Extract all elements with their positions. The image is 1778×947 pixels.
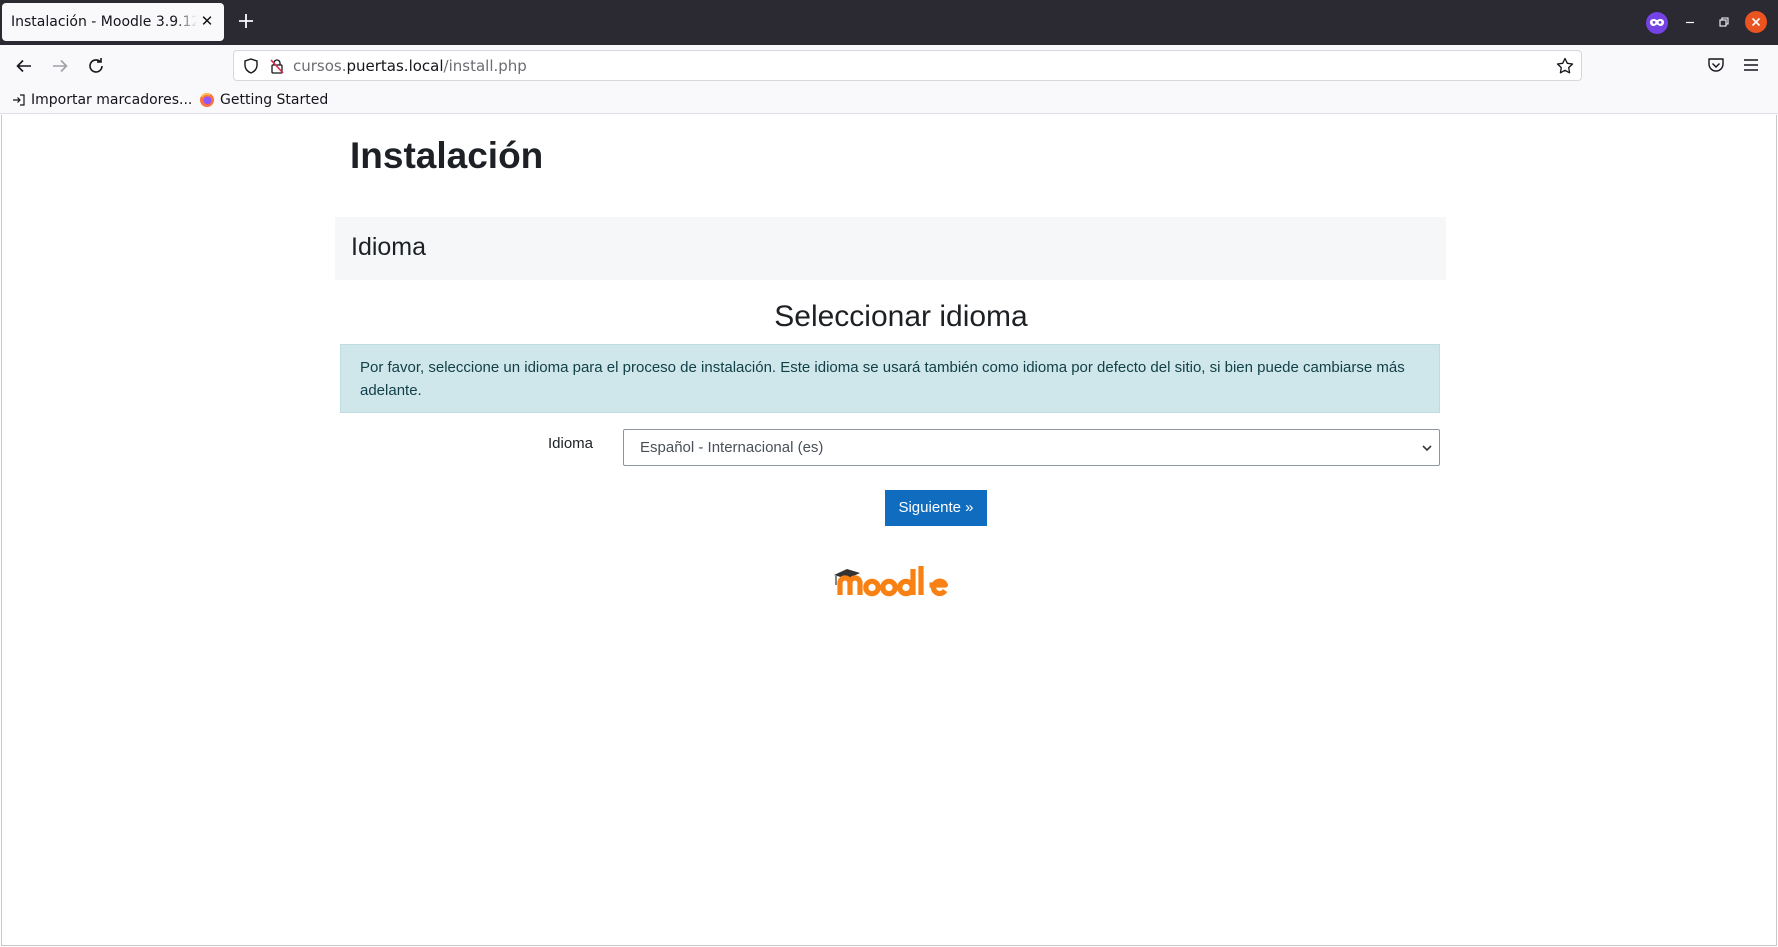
bookmark-label: Importar marcadores... [31,92,193,108]
tab-title: Instalación - Moodle 3.9.12+ [11,14,197,30]
tab-close-icon[interactable]: ✕ [199,13,215,29]
tracking-protection-shield-icon[interactable] [242,57,260,75]
private-browsing-icon [1646,12,1668,34]
insecure-lock-icon[interactable] [268,57,286,75]
next-button[interactable]: Siguiente » [885,490,987,526]
stage-header: Idioma [335,217,1446,280]
stage-title: Idioma [351,233,427,261]
hamburger-menu-icon[interactable] [1741,55,1761,75]
info-alert: Por favor, seleccione un idioma para el … [340,344,1440,413]
new-tab-icon[interactable] [235,10,257,32]
close-window-icon[interactable] [1745,11,1767,33]
browser-navbar: cursos.puertas.local/install.php [0,45,1778,86]
forward-icon[interactable] [48,54,72,78]
address-bar[interactable]: cursos.puertas.local/install.php [233,50,1582,81]
page-content: Instalación Idioma Seleccionar idioma Po… [1,115,1777,946]
firefox-icon [200,92,214,107]
chevron-down-icon [1422,445,1432,452]
bookmark-getting-started[interactable]: Getting Started [199,90,328,110]
browser-titlebar: Instalación - Moodle 3.9.12+ ✕ [0,0,1778,45]
page-title: Instalación [350,135,544,176]
bookmark-label: Getting Started [220,92,329,108]
language-label: Idioma [548,435,594,452]
minimize-icon[interactable] [1679,11,1701,33]
bookmark-import[interactable]: Importar marcadores... [12,90,192,110]
browser-tab[interactable]: Instalación - Moodle 3.9.12+ ✕ [2,3,224,41]
url-text: cursos.puertas.local/install.php [293,57,527,75]
restore-icon[interactable] [1712,11,1734,33]
bookmark-star-icon[interactable] [1555,56,1575,76]
reload-icon[interactable] [84,54,108,78]
back-icon[interactable] [12,54,36,78]
language-select-value: Español - Internacional (es) [640,439,824,456]
section-title: Seleccionar idioma [774,300,1028,333]
bookmarks-toolbar: Importar marcadores... Getting Started [0,86,1778,114]
language-select[interactable]: Español - Internacional (es) [623,429,1440,466]
pocket-icon[interactable] [1706,55,1726,75]
import-icon [13,94,25,106]
moodle-logo [834,566,948,597]
